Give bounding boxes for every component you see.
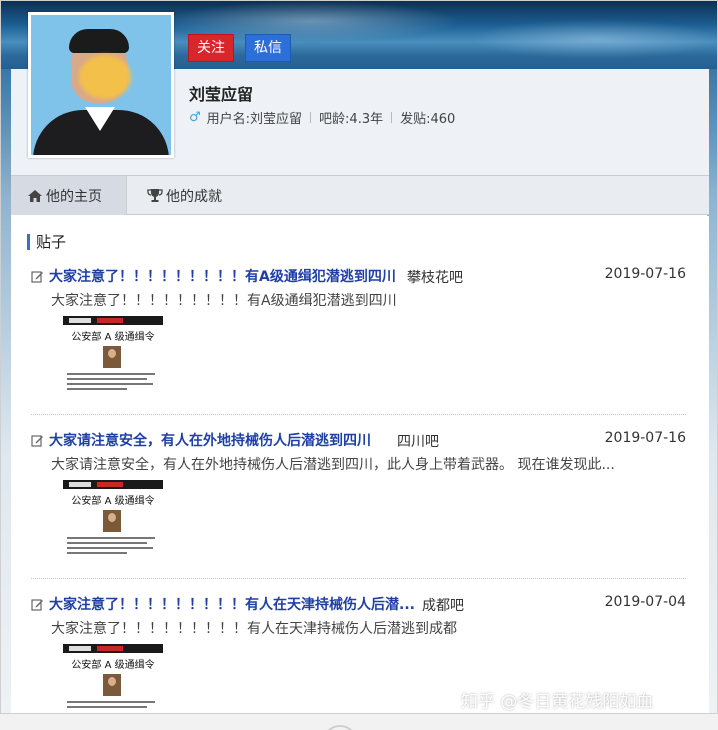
- thumb-bar-highlight: [97, 482, 123, 487]
- thumb-bar-text: [69, 482, 91, 487]
- thumb-text-line: [67, 706, 147, 708]
- thumb-title: 公安部 A 级通缉令: [71, 332, 155, 343]
- username-label: 用户名:刘莹应留: [206, 112, 303, 127]
- edit-icon: [31, 434, 43, 447]
- thumb-text-line: [67, 542, 147, 544]
- user-meta: ♂ 用户名:刘莹应留 吧龄:4.3年 发贴:460: [189, 108, 455, 127]
- thumb-text-line: [67, 701, 155, 703]
- avatar-face-mask: [79, 55, 131, 99]
- post-divider: [31, 578, 686, 579]
- thumb-text-line: [67, 537, 155, 539]
- male-icon: ♂: [189, 110, 201, 125]
- thumb-face: [108, 677, 116, 686]
- banner-wave: [471, 19, 717, 59]
- thumb-text-line: [67, 547, 153, 549]
- scroll-hint-icon: [322, 725, 358, 730]
- edit-icon: [31, 270, 43, 283]
- profile-page: 关注 私信 刘莹应留 ♂ 用户名:刘莹应留 吧龄:4.3年 发贴:460 他的主…: [0, 0, 718, 714]
- post-forum[interactable]: 攀枝花吧: [407, 267, 463, 287]
- post-title-text[interactable]: 大家注意了！！！！！！！！！有A级通缉犯潜逃到四川: [49, 266, 396, 286]
- post-forum[interactable]: 四川吧: [397, 431, 439, 451]
- thumb-text-line: [67, 552, 127, 554]
- thumb-photo: [103, 674, 121, 696]
- post-excerpt: 大家注意了！！！！！！！！！有人在天津持械伤人后潜逃到成都: [51, 621, 457, 637]
- post-thumbnail[interactable]: 公安部 A 级通缉令: [63, 316, 163, 392]
- thumb-photo: [103, 510, 121, 532]
- posts-section: 贴子 大家注意了！！！！！！！！！有A级通缉犯潜逃到四川 攀枝花吧 2019-0…: [11, 216, 709, 713]
- thumb-text-line: [67, 383, 153, 385]
- section-title: 贴子: [27, 234, 66, 250]
- post-title-text[interactable]: 大家注意了！！！！！！！！！有人在天津持械伤人后潜...: [49, 594, 415, 614]
- post-title[interactable]: 大家注意了！！！！！！！！！有人在天津持械伤人后潜...: [31, 594, 415, 614]
- edit-icon: [31, 598, 43, 611]
- thumb-text-line: [67, 388, 127, 390]
- tab-home[interactable]: 他的主页: [11, 176, 127, 215]
- watermark: 知乎 @冬日黄花残阳如血: [461, 687, 653, 712]
- post-count-label: 发贴:460: [400, 112, 456, 127]
- watermark-text: 知乎 @冬日黄花残阳如血: [461, 692, 654, 712]
- profile-tabs: 他的主页 他的成就: [11, 175, 709, 215]
- follow-button[interactable]: 关注: [188, 34, 234, 62]
- post-title[interactable]: 大家请注意安全，有人在外地持械伤人后潜逃到四川: [31, 430, 371, 450]
- tab-achievements-label: 他的成就: [166, 188, 222, 205]
- post-item: 大家注意了！！！！！！！！！有A级通缉犯潜逃到四川 攀枝花吧 2019-07-1…: [31, 266, 686, 406]
- post-divider: [31, 414, 686, 415]
- thumb-header-bar: [63, 316, 163, 325]
- avatar[interactable]: [28, 12, 174, 158]
- thumb-face: [108, 349, 116, 358]
- post-thumbnail[interactable]: 公安部 A 级通缉令: [63, 644, 163, 713]
- thumb-title: 公安部 A 级通缉令: [71, 660, 155, 671]
- post-title-text[interactable]: 大家请注意安全，有人在外地持械伤人后潜逃到四川: [49, 430, 371, 450]
- post-title[interactable]: 大家注意了！！！！！！！！！有A级通缉犯潜逃到四川: [31, 266, 396, 286]
- post-date: 2019-07-16: [604, 266, 686, 282]
- avatar-hair: [69, 29, 129, 53]
- trophy-icon: [147, 189, 163, 202]
- post-thumbnail[interactable]: 公安部 A 级通缉令: [63, 480, 163, 556]
- thumb-face: [108, 513, 116, 522]
- tab-achievements[interactable]: 他的成就: [147, 176, 222, 215]
- thumb-header-bar: [63, 644, 163, 653]
- thumb-header-bar: [63, 480, 163, 489]
- thumb-bar-text: [69, 646, 91, 651]
- post-excerpt: 大家注意了！！！！！！！！！有A级通缉犯潜逃到四川: [51, 293, 397, 309]
- post-forum[interactable]: 成都吧: [422, 595, 464, 615]
- message-button[interactable]: 私信: [245, 34, 291, 62]
- thumb-text-line: [67, 373, 155, 375]
- left-edge-decoration: [1, 69, 11, 713]
- user-display-name: 刘莹应留: [189, 85, 254, 104]
- home-icon: [28, 189, 42, 202]
- thumb-text-line: [67, 378, 147, 380]
- post-date: 2019-07-16: [604, 430, 686, 446]
- post-item: 大家请注意安全，有人在外地持械伤人后潜逃到四川 四川吧 2019-07-16 大…: [31, 430, 686, 570]
- meta-separator: [391, 112, 393, 123]
- post-date: 2019-07-04: [604, 594, 686, 610]
- thumb-title: 公安部 A 级通缉令: [71, 496, 155, 507]
- bar-age-label: 吧龄:4.3年: [319, 112, 384, 127]
- tab-home-label: 他的主页: [46, 188, 102, 205]
- meta-separator: [310, 112, 312, 123]
- post-excerpt: 大家请注意安全，有人在外地持械伤人后潜逃到四川，此人身上带着武器。 现在谁发现此…: [51, 457, 615, 473]
- thumb-bar-highlight: [97, 646, 123, 651]
- thumb-bar-highlight: [97, 318, 123, 323]
- thumb-photo: [103, 346, 121, 368]
- thumb-bar-text: [69, 318, 91, 323]
